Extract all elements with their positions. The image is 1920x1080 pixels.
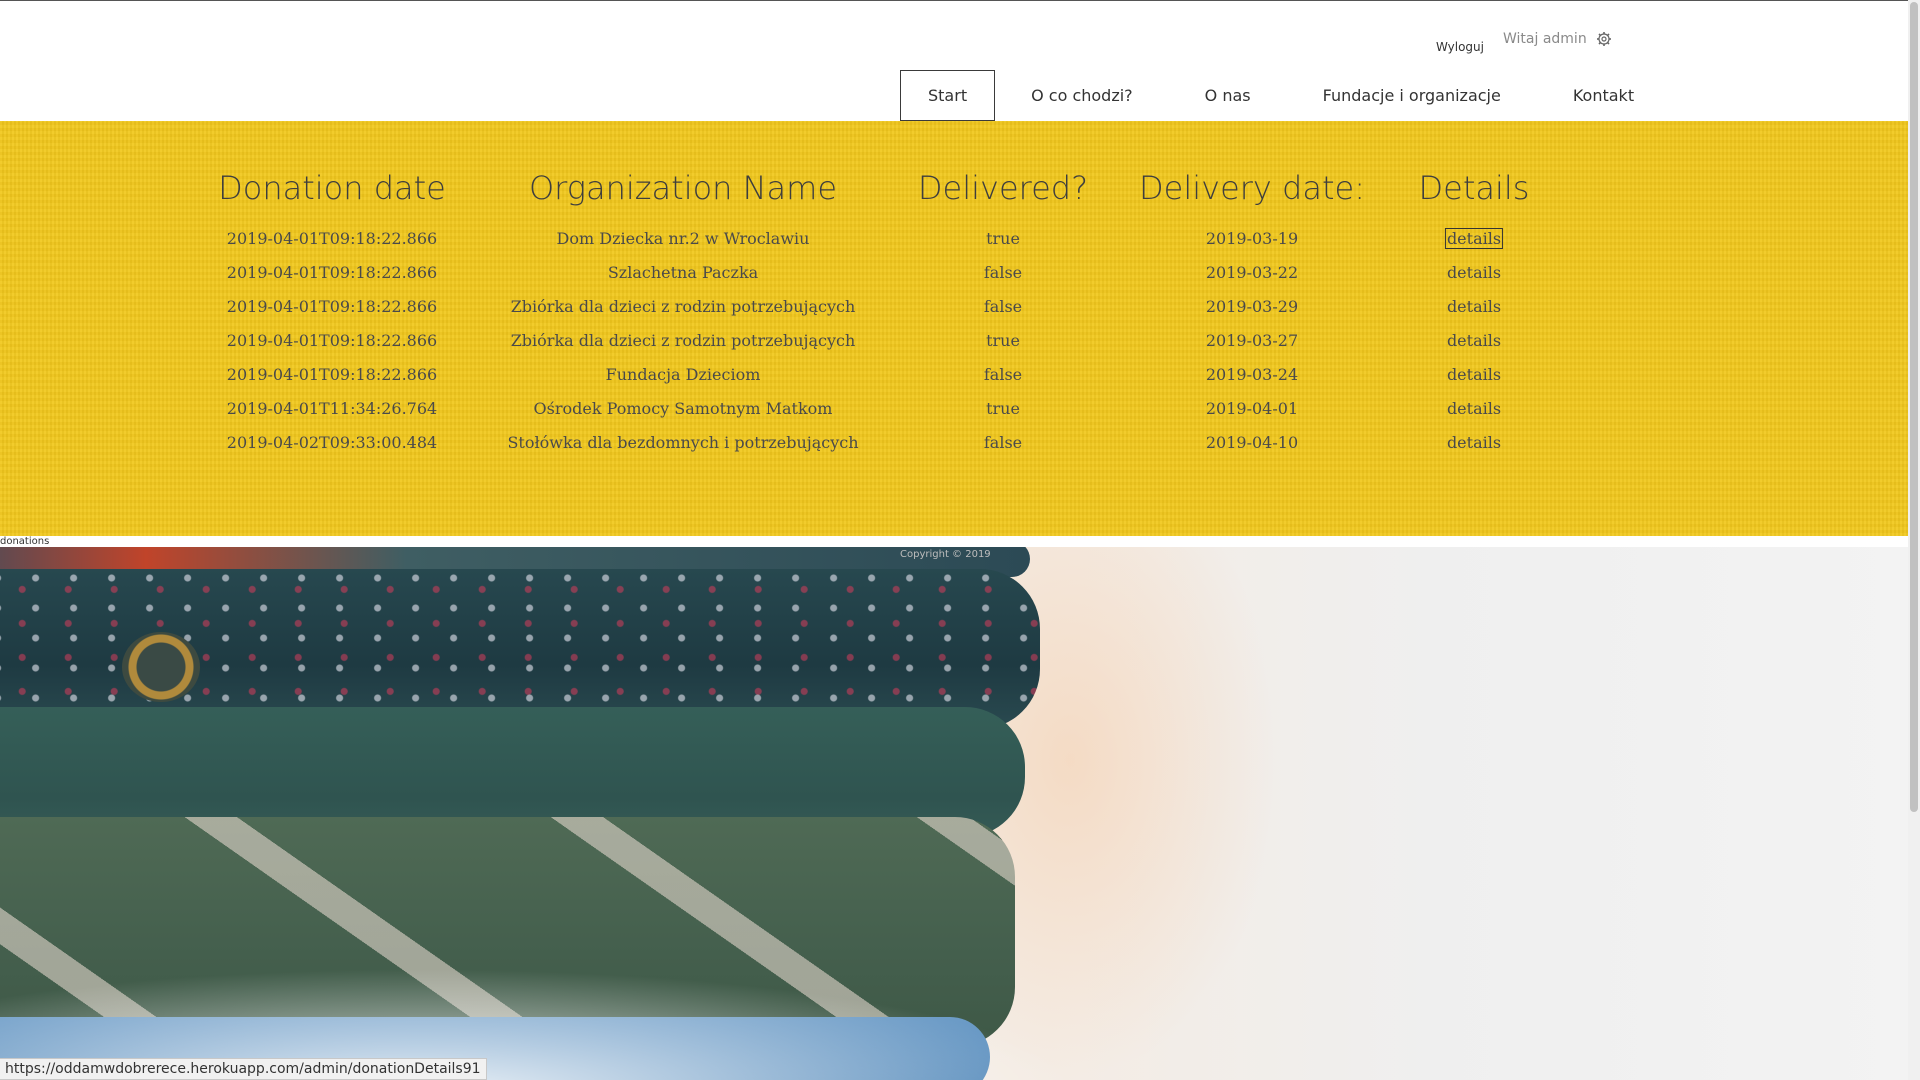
organization-name: Szlachetna Paczka xyxy=(607,263,759,282)
site-header: Wyloguj Witaj admin Start O co chodzi? O… xyxy=(0,1,1908,121)
sweater-button xyxy=(122,632,200,702)
delivered-status: false xyxy=(983,297,1023,316)
donation-date: 2019-04-01T11:34:26.764 xyxy=(226,399,438,418)
table-row: 2019-04-01T11:34:26.764 Ośrodek Pomocy S… xyxy=(0,393,1908,427)
table-row: 2019-04-02T09:33:00.484 Stołówka dla bez… xyxy=(0,427,1908,461)
nav-start[interactable]: Start xyxy=(900,70,996,121)
table-row: 2019-04-01T09:18:22.866 Dom Dziecka nr.2… xyxy=(0,223,1908,257)
delivery-date: 2019-03-27 xyxy=(1205,331,1299,350)
delivery-date: 2019-04-10 xyxy=(1205,433,1299,452)
organization-name: Zbiórka dla dzieci z rodzin potrzebujący… xyxy=(510,297,856,316)
details-link[interactable]: details xyxy=(1446,433,1502,452)
delivered-status: false xyxy=(983,263,1023,282)
copyright-text: Copyright © 2019 xyxy=(900,549,991,560)
delivered-status: true xyxy=(986,229,1020,248)
header-donation-date: Donation date xyxy=(218,169,446,207)
delivered-status: false xyxy=(983,433,1023,452)
logout-link[interactable]: Wyloguj xyxy=(1436,40,1484,54)
main-nav: Start O co chodzi? O nas Fundacje i orga… xyxy=(900,70,1670,121)
table-row: 2019-04-01T09:18:22.866 Fundacja Dziecio… xyxy=(0,359,1908,393)
donation-date: 2019-04-02T09:33:00.484 xyxy=(226,433,438,452)
nav-fundacje[interactable]: Fundacje i organizacje xyxy=(1287,70,1537,121)
delivery-date: 2019-03-24 xyxy=(1205,365,1299,384)
donation-date: 2019-04-01T09:18:22.866 xyxy=(226,229,438,248)
donation-date: 2019-04-01T09:18:22.866 xyxy=(226,297,438,316)
sweater-stack-illustration xyxy=(0,547,1200,1080)
details-link[interactable]: details xyxy=(1444,228,1504,249)
donations-table: Donation date Organization Name Delivere… xyxy=(0,169,1908,461)
organization-name: Fundacja Dzieciom xyxy=(605,365,761,384)
page-scrollbar[interactable] xyxy=(1908,0,1920,1080)
organization-name: Zbiórka dla dzieci z rodzin potrzebujący… xyxy=(510,331,856,350)
table-row: 2019-04-01T09:18:22.866 Zbiórka dla dzie… xyxy=(0,291,1908,325)
hero-image xyxy=(0,547,1908,1080)
details-link[interactable]: details xyxy=(1446,331,1502,350)
status-url: https://oddamwdobrerece.herokuapp.com/ad… xyxy=(5,1061,481,1077)
header-organization-name: Organization Name xyxy=(528,169,838,207)
donations-section: Donation date Organization Name Delivere… xyxy=(0,121,1908,536)
organization-name: Stołówka dla bezdomnych i potrzebujących xyxy=(507,433,859,452)
table-header: Donation date Organization Name Delivere… xyxy=(0,169,1908,223)
delivery-date: 2019-03-19 xyxy=(1205,229,1299,248)
table-row: 2019-04-01T09:18:22.866 Szlachetna Paczk… xyxy=(0,257,1908,291)
details-link[interactable]: details xyxy=(1446,365,1502,384)
details-link[interactable]: details xyxy=(1446,297,1502,316)
table-row: 2019-04-01T09:18:22.866 Zbiórka dla dzie… xyxy=(0,325,1908,359)
delivery-date: 2019-03-29 xyxy=(1205,297,1299,316)
header-details: Details xyxy=(1418,169,1530,207)
header-delivered: Delivered? xyxy=(917,169,1089,207)
details-link[interactable]: details xyxy=(1446,263,1502,282)
delivered-status: true xyxy=(986,331,1020,350)
nav-kontakt[interactable]: Kontakt xyxy=(1537,70,1670,121)
browser-status-bar: https://oddamwdobrerece.herokuapp.com/ad… xyxy=(0,1058,487,1080)
details-link[interactable]: details xyxy=(1446,399,1502,418)
header-delivery-date: Delivery date: xyxy=(1139,169,1365,207)
gear-icon[interactable] xyxy=(1596,31,1612,47)
delivery-date: 2019-04-01 xyxy=(1205,399,1299,418)
delivery-date: 2019-03-22 xyxy=(1205,263,1299,282)
delivered-status: false xyxy=(983,365,1023,384)
nav-o-nas[interactable]: O nas xyxy=(1169,70,1287,121)
section-anchor-label: donations xyxy=(0,536,50,547)
scroll-thumb[interactable] xyxy=(1910,2,1918,812)
organization-name: Dom Dziecka nr.2 w Wroclawiu xyxy=(556,229,810,248)
delivered-status: true xyxy=(986,399,1020,418)
donation-date: 2019-04-01T09:18:22.866 xyxy=(226,263,438,282)
organization-name: Ośrodek Pomocy Samotnym Matkom xyxy=(533,399,833,418)
nav-o-co-chodzi[interactable]: O co chodzi? xyxy=(995,70,1169,121)
user-greeting: Witaj admin xyxy=(1503,31,1587,47)
donation-date: 2019-04-01T09:18:22.866 xyxy=(226,331,438,350)
donation-date: 2019-04-01T09:18:22.866 xyxy=(226,365,438,384)
